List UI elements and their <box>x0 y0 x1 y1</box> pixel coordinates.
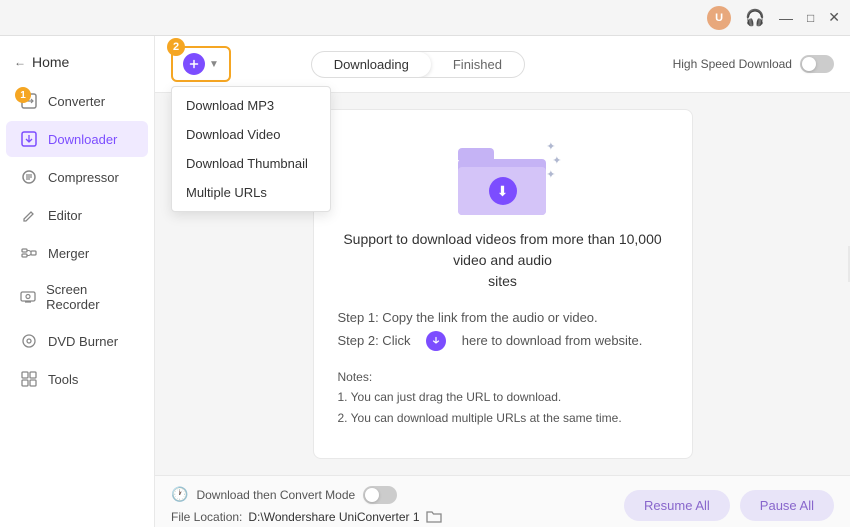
download-video-option[interactable]: Download Video <box>172 120 330 149</box>
pause-all-button[interactable]: Pause All <box>740 490 834 521</box>
speed-toggle-label: High Speed Download <box>673 57 792 71</box>
tools-icon <box>20 370 38 388</box>
sidebar-item-converter[interactable]: 1 Converter <box>6 83 148 119</box>
minimize-icon[interactable]: — <box>779 10 793 26</box>
convert-mode-toggle[interactable] <box>363 486 397 504</box>
top-bar: 2 ▼ Download MP3 Download Video Download… <box>155 36 850 93</box>
sidebar-item-compressor[interactable]: Compressor <box>6 159 148 195</box>
file-path-value: D:\Wondershare UniConverter 1 <box>248 510 419 524</box>
downloader-icon <box>20 130 38 148</box>
screen-recorder-label: Screen Recorder <box>46 282 134 312</box>
file-location-row: File Location: D:\Wondershare UniConvert… <box>171 509 608 526</box>
dvd-burner-label: DVD Burner <box>48 334 118 349</box>
folder-illustration: + ⬇ ✦ ✦ ✦ <box>458 140 548 215</box>
compressor-label: Compressor <box>48 170 119 185</box>
download-title: Support to download videos from more tha… <box>338 229 668 292</box>
multiple-urls-option[interactable]: Multiple URLs <box>172 178 330 207</box>
bottom-bar: 🕐 Download then Convert Mode File Locati… <box>155 475 850 527</box>
instructions: Step 1: Copy the link from the audio or … <box>338 306 668 353</box>
step1-text: Step 1: Copy the link from the audio or … <box>338 306 668 329</box>
high-speed-toggle-container: High Speed Download <box>673 55 834 73</box>
convert-mode-knob <box>365 488 379 502</box>
compressor-icon <box>20 168 38 186</box>
step2-icon <box>426 331 446 351</box>
close-icon[interactable]: ✕ <box>828 9 840 26</box>
tab-switcher: Downloading Finished <box>311 51 525 78</box>
tools-label: Tools <box>48 372 78 387</box>
sidebar: ← Home 1 Converter Downloader <box>0 36 155 527</box>
sidebar-item-editor[interactable]: Editor <box>6 197 148 233</box>
content-area: 2 ▼ Download MP3 Download Video Download… <box>155 36 850 527</box>
add-button-badge: 2 <box>167 38 185 56</box>
headset-icon[interactable]: 🎧 <box>745 8 765 28</box>
main-layout: ← Home 1 Converter Downloader <box>0 36 850 527</box>
browse-folder-button[interactable] <box>426 509 442 526</box>
convert-mode-label: Download then Convert Mode <box>196 488 355 502</box>
editor-icon <box>20 206 38 224</box>
add-icon <box>183 53 205 75</box>
file-location-label: File Location: <box>171 510 242 524</box>
downloader-label: Downloader <box>48 132 117 147</box>
resume-all-button[interactable]: Resume All <box>624 490 730 521</box>
converter-badge: 1 <box>15 87 31 103</box>
download-mp3-option[interactable]: Download MP3 <box>172 91 330 120</box>
sidebar-item-downloader[interactable]: Downloader <box>6 121 148 157</box>
note1: 1. You can just drag the URL to download… <box>338 387 668 407</box>
dropdown-arrow-icon: ▼ <box>209 59 219 70</box>
step2-container: Step 2: Click here to download from webs… <box>338 329 668 352</box>
notes-title: Notes: <box>338 367 668 387</box>
step2-suffix: here to download from website. <box>462 329 643 352</box>
tab-finished[interactable]: Finished <box>431 52 524 77</box>
sidebar-item-screen-recorder[interactable]: Screen Recorder <box>6 273 148 321</box>
back-arrow-icon: ← <box>14 55 26 69</box>
download-thumbnail-option[interactable]: Download Thumbnail <box>172 149 330 178</box>
screen-recorder-icon <box>20 288 36 306</box>
clock-icon: 🕐 <box>171 486 188 503</box>
editor-label: Editor <box>48 208 82 223</box>
toggle-knob <box>802 57 816 71</box>
merger-icon <box>20 244 38 262</box>
converter-label: Converter <box>48 94 105 109</box>
download-arrow-icon: ⬇ <box>489 177 517 205</box>
titlebar: U 🎧 — □ ✕ <box>0 0 850 36</box>
tab-downloading[interactable]: Downloading <box>312 52 431 77</box>
note2: 2. You can download multiple URLs at the… <box>338 408 668 428</box>
notes-section: Notes: 1. You can just drag the URL to d… <box>338 367 668 428</box>
high-speed-toggle[interactable] <box>800 55 834 73</box>
sidebar-item-dvd-burner[interactable]: DVD Burner <box>6 323 148 359</box>
step2-prefix: Step 2: Click <box>338 329 411 352</box>
bottom-left-controls: 🕐 Download then Convert Mode File Locati… <box>171 486 608 526</box>
sidebar-item-tools[interactable]: Tools <box>6 361 148 397</box>
convert-mode-row: 🕐 Download then Convert Mode <box>171 486 608 504</box>
dvd-burner-icon <box>20 332 38 350</box>
back-home-label: Home <box>32 54 69 70</box>
merger-label: Merger <box>48 246 89 261</box>
back-home-button[interactable]: ← Home <box>0 46 154 78</box>
download-instructions-box: + ⬇ ✦ ✦ ✦ Support to download videos fro… <box>313 109 693 459</box>
add-download-container: 2 ▼ Download MP3 Download Video Download… <box>171 46 231 82</box>
action-buttons: Resume All Pause All <box>624 490 834 521</box>
download-dropdown-menu: Download MP3 Download Video Download Thu… <box>171 86 331 212</box>
user-avatar[interactable]: U <box>707 6 731 30</box>
titlebar-controls: U 🎧 — □ ✕ <box>707 6 840 30</box>
maximize-icon[interactable]: □ <box>807 11 814 25</box>
sidebar-item-merger[interactable]: Merger <box>6 235 148 271</box>
